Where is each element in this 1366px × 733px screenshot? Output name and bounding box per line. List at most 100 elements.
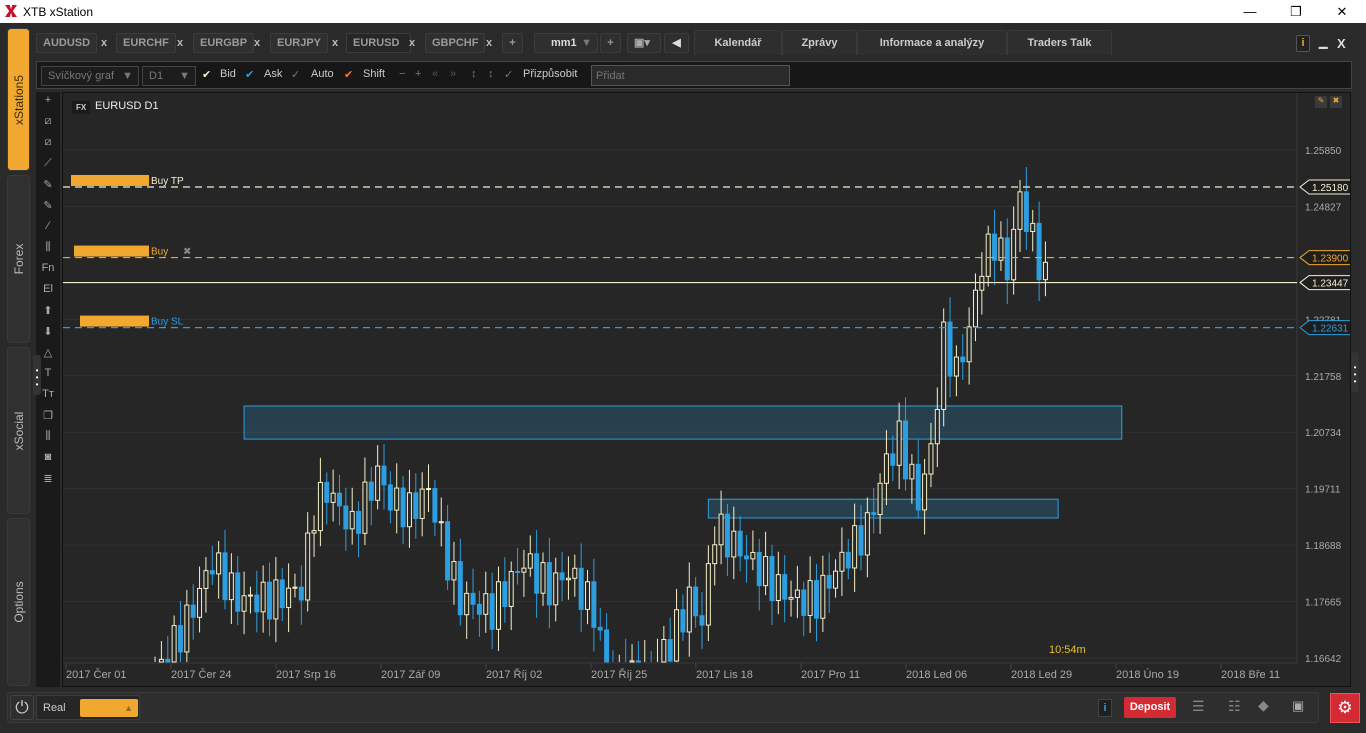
bid-toggle[interactable]: Bid xyxy=(220,68,236,80)
tab-informace[interactable]: Informace a analýzy xyxy=(857,30,1007,55)
auto-check-icon[interactable]: ✓ xyxy=(291,68,300,81)
add-layout-button[interactable]: + xyxy=(600,33,621,53)
deposit-button[interactable]: Deposit xyxy=(1124,697,1176,718)
drawing-tool-5-icon[interactable]: ✎ xyxy=(36,199,60,212)
minimize-button[interactable]: — xyxy=(1227,2,1273,22)
drawing-tool-16-icon[interactable]: ⫼ xyxy=(36,430,60,443)
drawing-tool-17-icon[interactable]: ◙ xyxy=(36,451,60,463)
date-tick-label: 2017 Srp 16 xyxy=(276,669,336,681)
drawing-tool-7-icon[interactable]: ⫼ xyxy=(36,241,60,254)
bearish-candle xyxy=(699,615,705,626)
positions-icon[interactable]: ☰ xyxy=(1192,698,1205,715)
bearish-candle xyxy=(559,572,565,581)
edit-icon[interactable]: ✎ xyxy=(1315,96,1327,108)
close-panel-icon[interactable]: X xyxy=(1337,36,1346,51)
bullish-candle xyxy=(979,275,985,291)
drawing-tool-1-icon[interactable]: ⧄ xyxy=(36,115,60,128)
tab-kalendar[interactable]: Kalendář xyxy=(694,30,782,55)
calendar-icon[interactable]: ▣ xyxy=(1292,698,1304,714)
collapse-arrow-button[interactable]: ◀ xyxy=(664,33,689,53)
account-selector[interactable]: Real ▲ xyxy=(36,695,140,720)
bid-check-icon[interactable]: ✔ xyxy=(202,68,211,81)
drawing-tool-9-icon[interactable]: El xyxy=(36,283,60,295)
symbol-tab-gbpchf[interactable]: GBPCHF xyxy=(425,33,486,53)
symbol-tab-eurjpy[interactable]: EURJPY xyxy=(270,33,329,53)
vertical-scale-icon[interactable]: ↕ xyxy=(471,68,477,80)
shift-check-icon[interactable]: ✔ xyxy=(344,68,353,81)
close-tab-icon[interactable]: x xyxy=(486,33,492,53)
close-tab-icon[interactable]: x xyxy=(254,33,260,53)
scroll-right-icon[interactable]: » xyxy=(450,68,456,80)
interval-select[interactable]: D1 ▼ xyxy=(142,66,196,86)
close-tab-icon[interactable]: x xyxy=(101,33,107,53)
drawing-tool-8-icon[interactable]: Fn xyxy=(36,262,60,274)
symbol-tab-audusd[interactable]: AUDUSD xyxy=(36,33,98,53)
power-icon[interactable]: ⏻ xyxy=(10,695,34,720)
vertical-fit-icon[interactable]: ↕ xyxy=(488,68,494,80)
scroll-left-icon[interactable]: « xyxy=(432,68,438,80)
close-tab-icon[interactable]: x xyxy=(177,33,183,53)
drawing-tool-3-icon[interactable]: ⟋ xyxy=(36,157,60,170)
close-tab-icon[interactable]: x xyxy=(332,33,338,53)
drawing-tool-10-icon[interactable]: ⬆ xyxy=(36,304,60,317)
tab-traders-talk[interactable]: Traders Talk xyxy=(1007,30,1112,55)
alerts-icon[interactable]: ◆ xyxy=(1258,697,1269,714)
drawing-tool-11-icon[interactable]: ⬇ xyxy=(36,325,60,338)
symbol-tab-eurgbp[interactable]: EURGBP xyxy=(193,33,255,53)
chart-panel[interactable]: 1.258501.248271.227811.217581.207341.197… xyxy=(62,92,1351,687)
bearish-candle xyxy=(1036,222,1042,281)
order-label[interactable]: Buy xyxy=(151,247,168,258)
table-icon[interactable]: ☷ xyxy=(1228,698,1241,715)
order-label[interactable]: Buy SL xyxy=(151,317,184,328)
close-chart-icon[interactable]: ✖ xyxy=(1330,96,1342,108)
maximize-button[interactable]: ❐ xyxy=(1273,2,1319,22)
zoom-in-button[interactable]: + xyxy=(415,68,421,80)
order-label[interactable]: Buy TP xyxy=(151,176,184,187)
ask-check-icon[interactable]: ✔ xyxy=(245,68,254,81)
price-tick-label: 1.16642 xyxy=(1305,654,1342,665)
close-order-icon[interactable]: ✖ xyxy=(183,247,191,258)
side-tab-forex[interactable]: Forex xyxy=(7,175,30,343)
layout-select[interactable]: mm1 ▼ xyxy=(534,33,598,53)
drawing-tool-4-icon[interactable]: ✎ xyxy=(36,178,60,191)
fit-toggle[interactable]: Přizpůsobit xyxy=(523,68,577,80)
shift-toggle[interactable]: Shift xyxy=(363,68,385,80)
symbol-tab-eurusd[interactable]: EURUSD xyxy=(346,33,411,53)
bearish-candle xyxy=(826,574,832,589)
minimize-panel-icon[interactable]: ▁ xyxy=(1319,36,1327,49)
drawing-tool-2-icon[interactable]: ⧄ xyxy=(36,136,60,149)
symbol-tab-eurchf[interactable]: EURCHF xyxy=(116,33,176,53)
window-mode-select[interactable]: ▣▾ xyxy=(627,33,661,53)
ask-toggle[interactable]: Ask xyxy=(264,68,282,80)
bearish-candle xyxy=(756,551,762,587)
account-dropdown[interactable]: ▲ xyxy=(80,699,138,717)
fit-check-icon[interactable]: ✓ xyxy=(504,68,513,81)
bullish-candle xyxy=(572,567,578,579)
price-chart[interactable]: 1.258501.248271.227811.217581.207341.197… xyxy=(63,93,1350,686)
add-tab-button[interactable]: + xyxy=(502,33,523,53)
close-tab-icon[interactable]: x xyxy=(409,33,415,53)
drawing-tool-15-icon[interactable]: ❐ xyxy=(36,409,60,422)
info-icon[interactable]: i xyxy=(1296,35,1310,52)
tab-zpravy[interactable]: Zprávy xyxy=(782,30,857,55)
drawing-tool-18-icon[interactable]: ≣ xyxy=(36,472,60,485)
bullish-candle xyxy=(1030,222,1036,233)
zoom-out-button[interactable]: − xyxy=(399,68,405,80)
auto-toggle[interactable]: Auto xyxy=(311,68,334,80)
settings-icon[interactable]: ⚙ xyxy=(1330,693,1360,723)
drawing-tool-6-icon[interactable]: ⁄ xyxy=(36,220,60,232)
side-tab-xsocial[interactable]: xSocial xyxy=(7,347,30,514)
chart-title: EURUSD D1 xyxy=(95,100,159,112)
side-tab-xstation5[interactable]: xStation5 xyxy=(7,28,30,171)
left-panel-handle[interactable]: • • • xyxy=(33,355,41,395)
drawing-tool-0-icon[interactable]: + xyxy=(36,94,60,106)
bullish-candle xyxy=(311,530,317,534)
side-tab-options[interactable]: Options xyxy=(7,518,30,686)
close-button[interactable]: ✕ xyxy=(1319,2,1365,22)
info-button[interactable]: i xyxy=(1098,699,1112,717)
side-tab-label: xSocial xyxy=(11,411,26,450)
add-indicator-input[interactable] xyxy=(591,65,790,86)
date-tick-label: 2018 Led 06 xyxy=(906,669,967,681)
chart-type-select[interactable]: Svíčkový graf ▼ xyxy=(41,66,139,86)
right-panel-handle[interactable]: • • • xyxy=(1351,352,1359,392)
